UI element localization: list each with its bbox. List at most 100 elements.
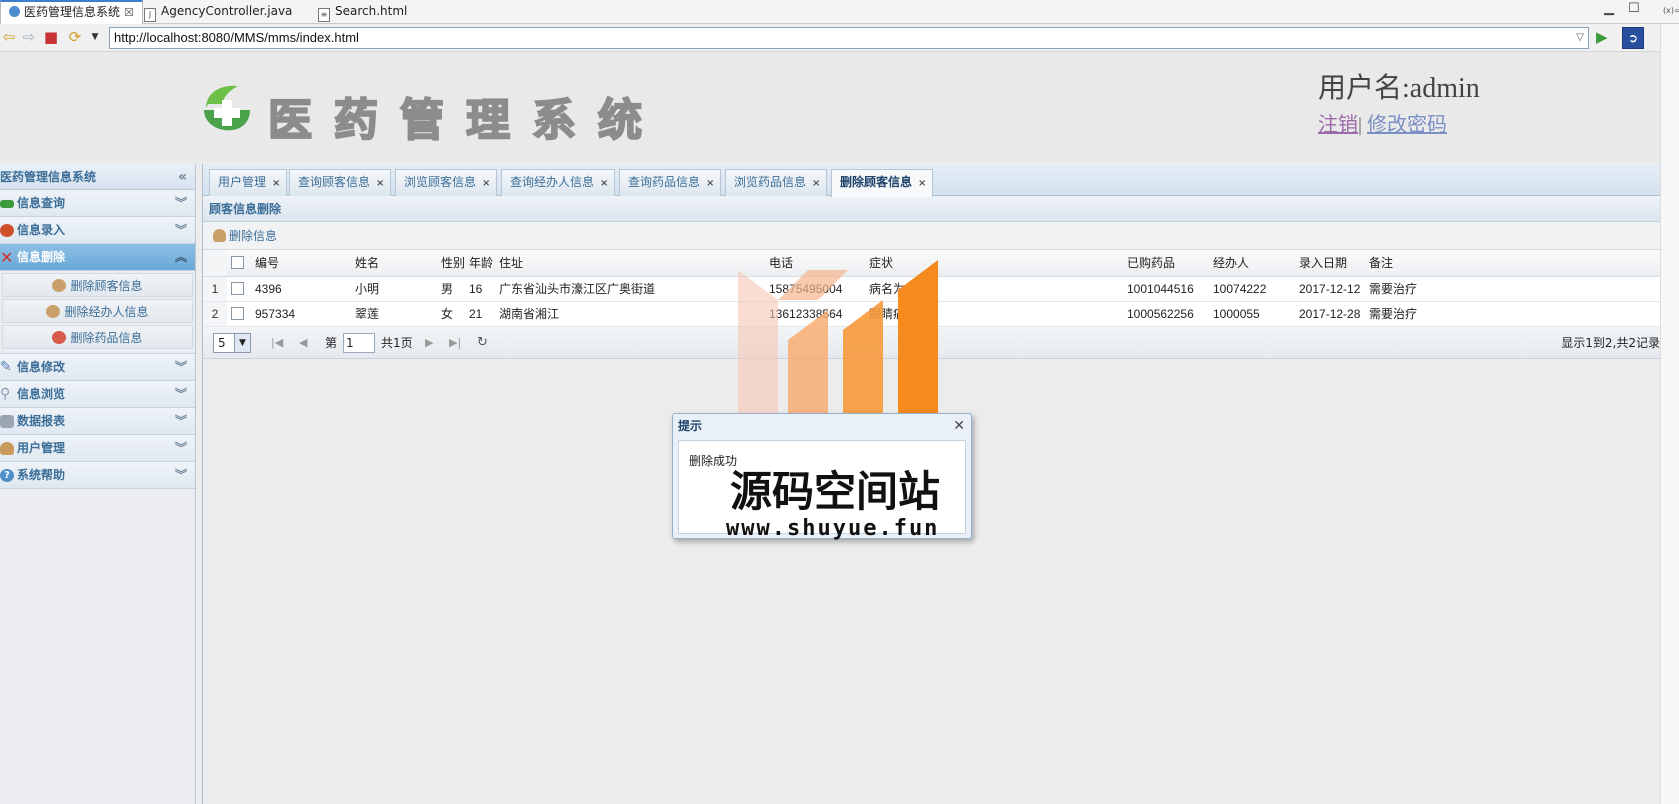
sidebar-item-modify[interactable]: ✎ 信息修改 ︾ <box>0 354 195 381</box>
sidebar-item-help[interactable]: ? 系统帮助 ︾ <box>0 462 195 489</box>
tab-query-customer[interactable]: 查询顾客信息 × <box>289 169 392 196</box>
sidebar-item-users[interactable]: 用户管理 ︾ <box>0 435 195 462</box>
dialog-title: 提示 ✕ <box>673 414 971 438</box>
col-header-age[interactable]: 年龄 <box>465 250 495 277</box>
help-icon: ? <box>0 469 14 482</box>
col-header-entry-date[interactable]: 录入日期 <box>1295 250 1365 277</box>
change-password-link[interactable]: 修改密码 <box>1367 114 1447 136</box>
select-all-checkbox[interactable] <box>227 250 251 277</box>
back-icon[interactable]: ⇦ <box>0 27 18 47</box>
cell-name: 小明 <box>351 276 437 302</box>
cell-age: 21 <box>465 301 495 327</box>
col-header-gender[interactable]: 性别 <box>437 250 465 277</box>
page-size-select[interactable]: 5 ▼ <box>213 332 251 353</box>
delete-x-icon: ✕ <box>0 248 14 267</box>
chevron-down-icon: ▼ <box>234 333 250 352</box>
ide-right-gutter: (x)= <box>1660 6 1679 804</box>
logo-cross-icon <box>204 85 250 131</box>
pencil-icon: ✎ <box>0 359 12 375</box>
java-file-icon: J <box>144 8 156 22</box>
collapse-sidebar-icon[interactable]: « <box>178 164 187 190</box>
col-header-purchased-medicine[interactable]: 已购药品 <box>1123 250 1209 277</box>
query-icon <box>0 200 14 208</box>
ide-tab-browser[interactable]: 医药管理信息系统 ☒ <box>0 0 143 24</box>
cell-gender: 男 <box>437 276 465 302</box>
go-icon[interactable]: ▶ <box>1596 28 1608 46</box>
cell-agent: 10074222 <box>1209 276 1295 302</box>
globe-icon <box>9 6 20 17</box>
pagination-info: 显示1到2,共2记录 <box>1561 335 1660 350</box>
last-page-icon[interactable]: ▶| <box>449 327 461 359</box>
tab-browse-medicine[interactable]: 浏览药品信息 × <box>725 169 828 196</box>
sidebar-item-report[interactable]: 数据报表 ︾ <box>0 408 195 435</box>
external-browser-icon[interactable]: ➲ <box>1622 27 1644 49</box>
ide-tab-agency-controller[interactable]: J AgencyController.java <box>136 0 300 24</box>
tab-query-agent[interactable]: 查询经办人信息 × <box>501 169 616 196</box>
row-checkbox[interactable] <box>227 301 251 327</box>
sidebar-item-query[interactable]: 信息查询 ︾ <box>0 190 195 217</box>
close-icon[interactable]: ✕ <box>953 414 965 438</box>
close-icon[interactable]: × <box>376 178 384 189</box>
sidebar-item-browse[interactable]: ⚲ 信息浏览 ︾ <box>0 381 195 408</box>
delete-info-button[interactable]: 删除信息 <box>213 229 277 243</box>
col-header-agent[interactable]: 经办人 <box>1209 250 1295 277</box>
close-icon[interactable]: × <box>272 178 280 189</box>
url-dropdown-icon[interactable]: ▽ <box>1576 28 1584 48</box>
browser-toolbar: ⇦ ⇨ ■ ⟳ ▼ http://localhost:8080/MMS/mms/… <box>0 24 1679 52</box>
tab-delete-customer[interactable]: 删除顾客信息 × <box>831 169 934 197</box>
user-icon <box>213 229 226 242</box>
close-icon[interactable]: × <box>812 178 820 189</box>
printer-icon <box>0 415 14 428</box>
first-page-icon[interactable]: |◀ <box>271 327 283 359</box>
chevron-down-icon: ︾ <box>174 441 187 455</box>
close-icon[interactable]: × <box>482 178 490 189</box>
col-header-id[interactable]: 编号 <box>251 250 351 277</box>
cell-entry-date: 2017-12-28 <box>1295 301 1365 327</box>
prev-page-icon[interactable]: ◀ <box>299 327 307 359</box>
close-icon[interactable]: ☒ <box>124 6 134 19</box>
next-page-icon[interactable]: ▶ <box>425 327 433 359</box>
tab-browse-customer[interactable]: 浏览顾客信息 × <box>395 169 498 196</box>
close-icon[interactable]: × <box>918 178 926 189</box>
sidebar-link-delete-agent[interactable]: 删除经办人信息 <box>2 299 193 323</box>
reload-icon[interactable]: ↻ <box>477 327 488 359</box>
tab-user-management[interactable]: 用户管理 × <box>209 169 288 196</box>
sidebar-link-delete-customer[interactable]: 删除顾客信息 <box>2 273 193 297</box>
page-number-input[interactable]: 1 <box>343 332 375 353</box>
page-header: 医药管理系统 用户名:admin 注销| 修改密码 <box>0 52 1660 162</box>
chevron-down-icon: ︾ <box>174 468 187 482</box>
tab-query-medicine[interactable]: 查询药品信息 × <box>619 169 722 196</box>
row-checkbox[interactable] <box>227 276 251 302</box>
chevron-down-icon: ︾ <box>174 223 187 237</box>
logout-link[interactable]: 注销 <box>1318 114 1358 136</box>
url-input[interactable]: http://localhost:8080/MMS/mms/index.html… <box>109 27 1589 49</box>
sidebar-item-delete[interactable]: ✕ 信息删除 ︽ <box>0 244 195 271</box>
page-total: 共1页 <box>381 335 413 350</box>
chevron-up-icon: ︽ <box>174 250 187 264</box>
ide-tab-search-html[interactable]: ≡ Search.html <box>310 0 415 24</box>
minimize-icon[interactable]: ▁ <box>1604 1 1614 16</box>
sidebar-link-delete-medicine[interactable]: 删除药品信息 <box>2 325 193 349</box>
cell-gender: 女 <box>437 301 465 327</box>
refresh-icon[interactable]: ⟳ <box>66 27 84 47</box>
stop-icon[interactable]: ■ <box>42 27 60 47</box>
chevron-down-icon: ︾ <box>174 414 187 428</box>
sidebar-item-input[interactable]: 信息录入 ︾ <box>0 217 195 244</box>
user-icon <box>0 442 14 455</box>
customer-icon <box>52 279 67 292</box>
username-label: 用户名:admin <box>1318 73 1480 104</box>
col-header-name[interactable]: 姓名 <box>351 250 437 277</box>
watermark-text: 源码空间站 <box>730 467 941 516</box>
chevron-down-icon[interactable]: ▼ <box>86 27 104 47</box>
cell-agent: 1000055 <box>1209 301 1295 327</box>
close-icon[interactable]: × <box>600 178 608 189</box>
col-header-remark[interactable]: 备注 <box>1365 250 1660 277</box>
cell-purchased-medicine: 1001044516 <box>1123 276 1209 302</box>
maximize-icon[interactable]: ☐ <box>1628 1 1640 16</box>
cell-remark: 需要治疗 <box>1365 276 1660 302</box>
close-icon[interactable]: × <box>706 178 714 189</box>
forward-icon[interactable]: ⇨ <box>20 27 38 47</box>
page-label: 第 <box>325 335 338 350</box>
col-header-address[interactable]: 住址 <box>495 250 765 277</box>
cell-entry-date: 2017-12-12 <box>1295 276 1365 302</box>
